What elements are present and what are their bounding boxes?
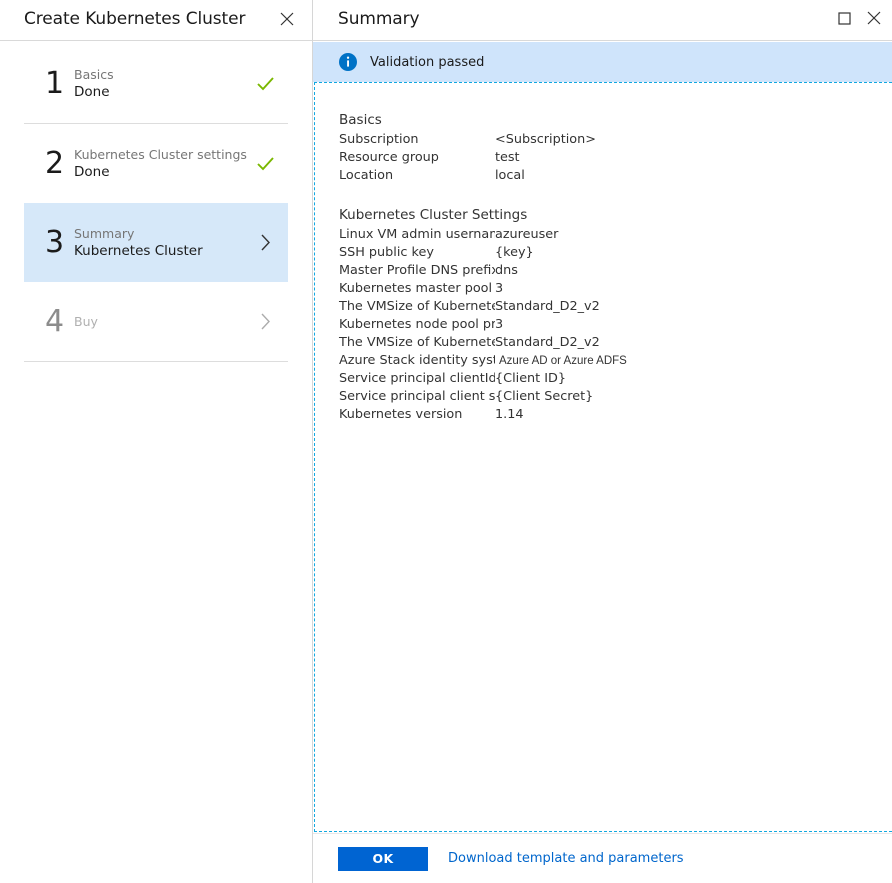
row-value: test <box>495 149 892 167</box>
row-value: 3 <box>495 316 892 334</box>
row-value: 3 <box>495 280 892 298</box>
row-label: Linux VM admin username <box>315 226 495 244</box>
step-label: Summary <box>74 225 248 242</box>
row-label: Service principal client secret <box>315 388 495 406</box>
step-label: Basics <box>74 66 248 83</box>
summary-section-basics: Basics Subscription <Subscription> Resou… <box>315 111 892 185</box>
row-label: Kubernetes master pool profile ... <box>315 280 495 298</box>
step-sublabel: Done <box>74 83 248 102</box>
row-value: azureuser <box>495 226 892 244</box>
row-value: dns <box>495 262 892 280</box>
row-value: Standard_D2_v2 <box>495 298 892 316</box>
step-text: Kubernetes Cluster settings Done <box>66 146 248 182</box>
summary-row: Kubernetes node pool profile c... 3 <box>315 316 892 334</box>
check-icon <box>248 77 288 91</box>
blade-header: Summary <box>313 0 892 41</box>
row-value: <Subscription> <box>495 131 892 149</box>
page-title: Summary <box>338 9 419 29</box>
step-text: Basics Done <box>66 66 248 102</box>
maximize-icon[interactable] <box>830 5 858 31</box>
ok-button[interactable]: OK <box>338 847 428 871</box>
summary-row: Kubernetes master pool profile ... 3 <box>315 280 892 298</box>
section-title: Kubernetes Cluster Settings <box>315 206 892 225</box>
step-text: Buy <box>66 313 248 330</box>
summary-row: Subscription <Subscription> <box>315 131 892 149</box>
summary-row: Linux VM admin username azureuser <box>315 226 892 244</box>
summary-row: The VMSize of Kubernetes nod... Standard… <box>315 334 892 352</box>
check-icon <box>248 157 288 171</box>
wizard-title: Create Kubernetes Cluster <box>24 9 245 29</box>
summary-section-kubernetes-cluster-settings: Kubernetes Cluster Settings Linux VM adm… <box>315 206 892 424</box>
row-label: SSH public key <box>315 244 495 262</box>
validation-message: Validation passed <box>370 55 484 70</box>
summary-scroll-region: Basics Subscription <Subscription> Resou… <box>314 82 892 832</box>
summary-content: Basics Subscription <Subscription> Resou… <box>315 83 892 424</box>
summary-row: Service principal client secret {Client … <box>315 388 892 406</box>
summary-row: The VMSize of Kubernetes mas... Standard… <box>315 298 892 316</box>
row-value: Standard_D2_v2 <box>495 334 892 352</box>
row-label: The VMSize of Kubernetes nod... <box>315 334 495 352</box>
row-value: Azure AD or Azure ADFS <box>495 352 892 370</box>
row-label: Service principal clientId <box>315 370 495 388</box>
row-label: Azure Stack identity system <box>315 352 495 370</box>
wizard-step-basics[interactable]: 1 Basics Done <box>24 44 288 123</box>
wizard-panel: Create Kubernetes Cluster 1 Basics Done <box>0 0 313 883</box>
close-icon[interactable] <box>275 7 299 31</box>
row-label: The VMSize of Kubernetes mas... <box>315 298 495 316</box>
summary-blade: Summary <box>313 0 892 883</box>
summary-row: Resource group test <box>315 149 892 167</box>
section-rows: Linux VM admin username azureuser SSH pu… <box>315 226 892 424</box>
summary-row: Kubernetes version 1.14 <box>315 406 892 424</box>
wizard-header: Create Kubernetes Cluster <box>0 0 312 41</box>
step-divider <box>24 361 288 362</box>
section-spacer <box>315 185 892 206</box>
row-label: Kubernetes node pool profile c... <box>315 316 495 334</box>
status-badge: Validation passed <box>313 42 892 82</box>
step-sublabel: Done <box>74 163 248 182</box>
wizard-step-kubernetes-cluster-settings[interactable]: 2 Kubernetes Cluster settings Done <box>24 124 288 203</box>
blade-footer: OK Download template and parameters <box>313 833 892 883</box>
row-value: {Client ID} <box>495 370 892 388</box>
step-number: 4 <box>24 307 66 337</box>
row-label: Kubernetes version <box>315 406 495 424</box>
row-value: 1.14 <box>495 406 892 424</box>
row-label: Master Profile DNS prefix <box>315 262 495 280</box>
section-title: Basics <box>315 111 892 130</box>
chevron-right-icon <box>248 234 288 251</box>
summary-row: Location local <box>315 167 892 185</box>
window-controls <box>830 5 888 31</box>
summary-row: SSH public key {key} <box>315 244 892 262</box>
chevron-right-icon <box>248 313 288 330</box>
download-template-and-parameters-link[interactable]: Download template and parameters <box>448 851 684 866</box>
wizard-steps: 1 Basics Done 2 Kubernetes Cluster setti… <box>0 41 312 362</box>
summary-row: Azure Stack identity system Azure AD or … <box>315 352 892 370</box>
step-number: 1 <box>24 69 66 99</box>
step-text: Summary Kubernetes Cluster <box>66 225 248 261</box>
row-label: Subscription <box>315 131 495 149</box>
create-kubernetes-cluster-window: Create Kubernetes Cluster 1 Basics Done <box>0 0 892 883</box>
step-number: 3 <box>24 228 66 258</box>
summary-row: Service principal clientId {Client ID} <box>315 370 892 388</box>
wizard-step-summary[interactable]: 3 Summary Kubernetes Cluster <box>24 203 288 282</box>
summary-row: Master Profile DNS prefix dns <box>315 262 892 280</box>
row-value: local <box>495 167 892 185</box>
info-icon <box>339 53 357 71</box>
step-label: Buy <box>74 313 248 330</box>
section-rows: Subscription <Subscription> Resource gro… <box>315 131 892 185</box>
row-label: Resource group <box>315 149 495 167</box>
close-icon[interactable] <box>860 5 888 31</box>
step-label: Kubernetes Cluster settings <box>74 146 248 163</box>
step-sublabel: Kubernetes Cluster <box>74 242 248 261</box>
row-value: {key} <box>495 244 892 262</box>
step-number: 2 <box>24 149 66 179</box>
row-value: {Client Secret} <box>495 388 892 406</box>
wizard-step-buy: 4 Buy <box>24 282 288 361</box>
row-label: Location <box>315 167 495 185</box>
